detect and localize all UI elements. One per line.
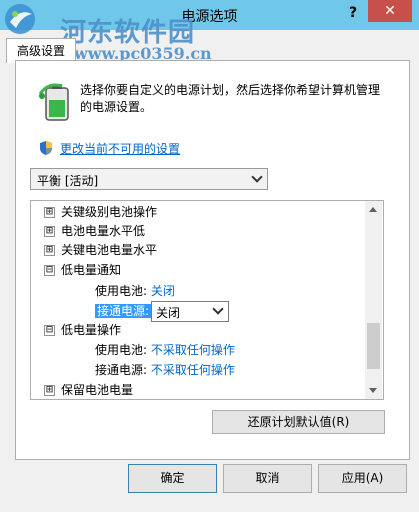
scroll-down-button[interactable] xyxy=(365,382,382,399)
apply-button[interactable]: 应用(A) xyxy=(318,464,407,493)
scroll-thumb[interactable] xyxy=(367,323,380,369)
tree-item-low-battery-action[interactable]: ⊟ 低电量操作 xyxy=(44,320,122,340)
setting-label: 使用电池: xyxy=(95,343,148,357)
setting-label-selected: 接通电源: xyxy=(95,304,152,318)
collapse-icon[interactable]: ⊟ xyxy=(44,265,55,276)
chevron-down-icon xyxy=(212,303,224,315)
tree-item-reserve-battery-level[interactable]: ⊞ 保留电池电量 xyxy=(44,380,134,399)
setting-value-link[interactable]: 关闭 xyxy=(151,284,175,298)
setting-value-select[interactable]: 关闭 xyxy=(151,301,229,322)
description-text: 选择你要自定义的电源计划，然后选择你希望计算机管理的电源设置。 xyxy=(80,83,381,114)
battery-icon xyxy=(38,83,69,121)
setting-label: 接通电源: xyxy=(95,363,148,377)
tree-item-low-battery-notification[interactable]: ⊟ 低电量通知 xyxy=(44,260,122,280)
expand-icon[interactable]: ⊞ xyxy=(44,385,55,396)
expand-icon[interactable]: ⊞ xyxy=(44,245,55,256)
cancel-button[interactable]: 取消 xyxy=(223,464,312,493)
arrow-down-icon xyxy=(369,388,377,393)
scroll-up-button[interactable] xyxy=(365,201,382,218)
change-settings-link[interactable]: 更改当前不可用的设置 xyxy=(60,140,180,157)
setting-select-value: 关闭 xyxy=(156,306,181,320)
power-plan-select[interactable]: 平衡 [活动] xyxy=(30,168,268,190)
tree-setting-plugged-in[interactable]: 接通电源: xyxy=(95,301,152,321)
tree-item-low-battery-level[interactable]: ⊞ 电池电量水平低 xyxy=(44,221,146,241)
restore-defaults-button[interactable]: 还原计划默认值(R) xyxy=(212,410,385,434)
setting-value-link[interactable]: 不采取任何操作 xyxy=(151,343,235,357)
watermark-logo-icon xyxy=(5,4,35,34)
setting-label: 使用电池: xyxy=(95,284,148,298)
chevron-down-icon xyxy=(251,171,263,183)
tree-item-label: 关键级别电池操作 xyxy=(61,205,158,219)
ok-button[interactable]: 确定 xyxy=(128,464,217,493)
tree-item-critical-battery-action[interactable]: ⊞ 关键级别电池操作 xyxy=(44,202,158,222)
setting-value-link[interactable]: 不采取任何操作 xyxy=(151,363,235,377)
tree-item-label: 关键电池电量水平 xyxy=(61,243,158,257)
shield-icon xyxy=(40,141,52,155)
power-plan-value: 平衡 [活动] xyxy=(37,174,99,188)
tree-setting-plugged-in[interactable]: 接通电源: 不采取任何操作 xyxy=(95,360,235,380)
close-button[interactable]: ✕ xyxy=(368,0,412,22)
tree-item-label: 电池电量水平低 xyxy=(61,224,146,238)
arrow-up-icon xyxy=(369,207,377,212)
tree-item-critical-battery-level[interactable]: ⊞ 关键电池电量水平 xyxy=(44,240,158,260)
tree-item-label: 保留电池电量 xyxy=(61,383,134,397)
tree-item-label: 低电量操作 xyxy=(61,323,122,337)
settings-tree[interactable]: ⊞ 关键级别电池操作 ⊞ 电池电量水平低 ⊞ 关键电池电量水平 ⊟ 低电量通知 … xyxy=(30,200,384,400)
collapse-icon[interactable]: ⊟ xyxy=(44,325,55,336)
expand-icon[interactable]: ⊞ xyxy=(44,207,55,218)
tree-setting-on-battery[interactable]: 使用电池: 关闭 xyxy=(95,281,175,301)
help-button[interactable]: ? xyxy=(340,2,366,24)
expand-icon[interactable]: ⊞ xyxy=(44,226,55,237)
tree-setting-on-battery[interactable]: 使用电池: 不采取任何操作 xyxy=(95,340,235,360)
tree-item-label: 低电量通知 xyxy=(61,263,122,277)
vertical-scrollbar[interactable] xyxy=(365,201,382,399)
